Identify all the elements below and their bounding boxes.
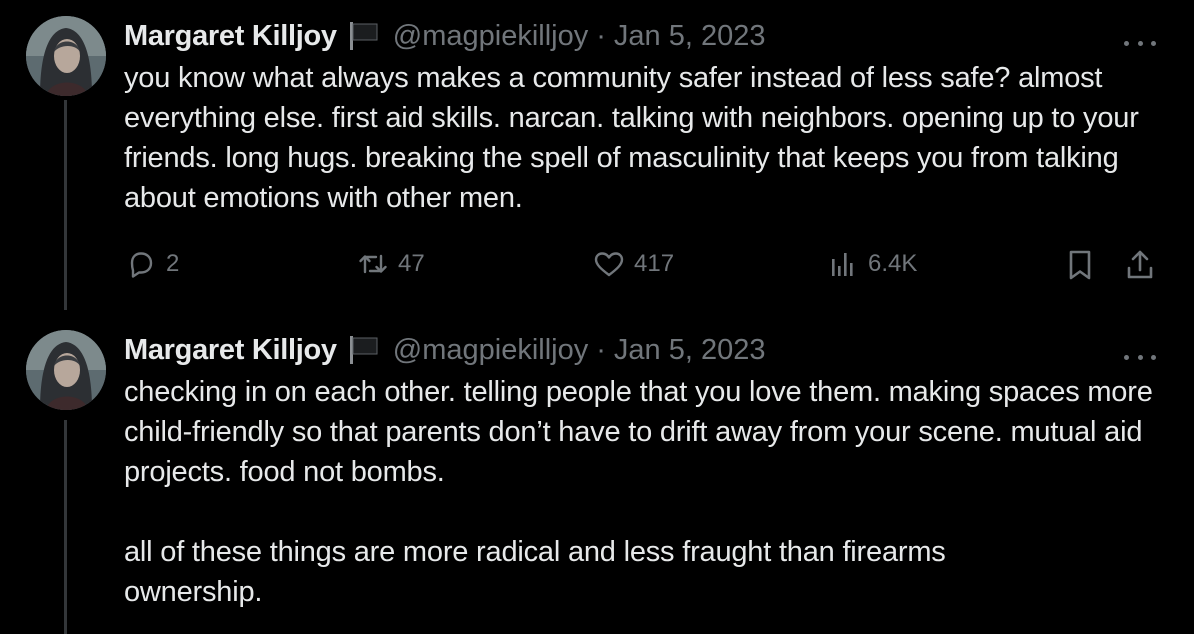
avatar-image <box>26 330 106 410</box>
tweet-header: Margaret Killjoy @magpiekilljoy · Jan 5,… <box>124 330 765 370</box>
like-count: 417 <box>634 250 675 277</box>
author-handle[interactable]: @magpiekilljoy <box>393 20 588 53</box>
bookmark-icon[interactable] <box>1062 247 1098 283</box>
tweet-text: you know what always makes a community s… <box>124 58 1174 218</box>
tweet[interactable]: Margaret Killjoy @magpiekilljoy · Jan 5,… <box>0 330 1194 634</box>
tweet-paragraph: all of these things are more radical and… <box>124 536 946 608</box>
tweet-date[interactable]: Jan 5, 2023 <box>614 334 766 367</box>
heart-icon <box>592 247 626 281</box>
tweet-paragraph: you know what always makes a community s… <box>124 62 1139 214</box>
separator-dot: · <box>596 19 606 52</box>
repost-icon <box>356 247 390 281</box>
views-bar-chart-icon <box>826 247 860 281</box>
reply-button[interactable]: 2 <box>124 247 179 281</box>
black-flag-icon <box>347 20 381 52</box>
black-flag-icon <box>347 334 381 366</box>
tweet-actions: 2 47 417 6.4K <box>0 247 1194 287</box>
tweet-date[interactable]: Jan 5, 2023 <box>614 20 766 53</box>
author-name[interactable]: Margaret Killjoy <box>124 334 337 367</box>
share-icon[interactable] <box>1122 247 1158 283</box>
more-horizontal-icon[interactable] <box>1124 38 1156 48</box>
views-count: 6.4K <box>868 250 918 277</box>
separator-dot: · <box>596 333 606 366</box>
author-name[interactable]: Margaret Killjoy <box>124 20 337 53</box>
tweet-text: checking in on each other. telling peopl… <box>124 372 1174 612</box>
reply-icon <box>124 247 158 281</box>
avatar[interactable] <box>26 330 106 410</box>
views-button[interactable]: 6.4K <box>826 247 917 281</box>
tweet-paragraph: checking in on each other. telling peopl… <box>124 376 1153 488</box>
like-button[interactable]: 417 <box>592 247 674 281</box>
more-horizontal-icon[interactable] <box>1124 352 1156 362</box>
tweet-header: Margaret Killjoy @magpiekilljoy · Jan 5,… <box>124 16 765 56</box>
author-handle[interactable]: @magpiekilljoy <box>393 334 588 367</box>
avatar-image <box>26 16 106 96</box>
reply-count: 2 <box>166 250 180 277</box>
repost-button[interactable]: 47 <box>356 247 425 281</box>
avatar[interactable] <box>26 16 106 96</box>
repost-count: 47 <box>398 250 425 277</box>
tweet[interactable]: Margaret Killjoy @magpiekilljoy · Jan 5,… <box>0 16 1194 306</box>
